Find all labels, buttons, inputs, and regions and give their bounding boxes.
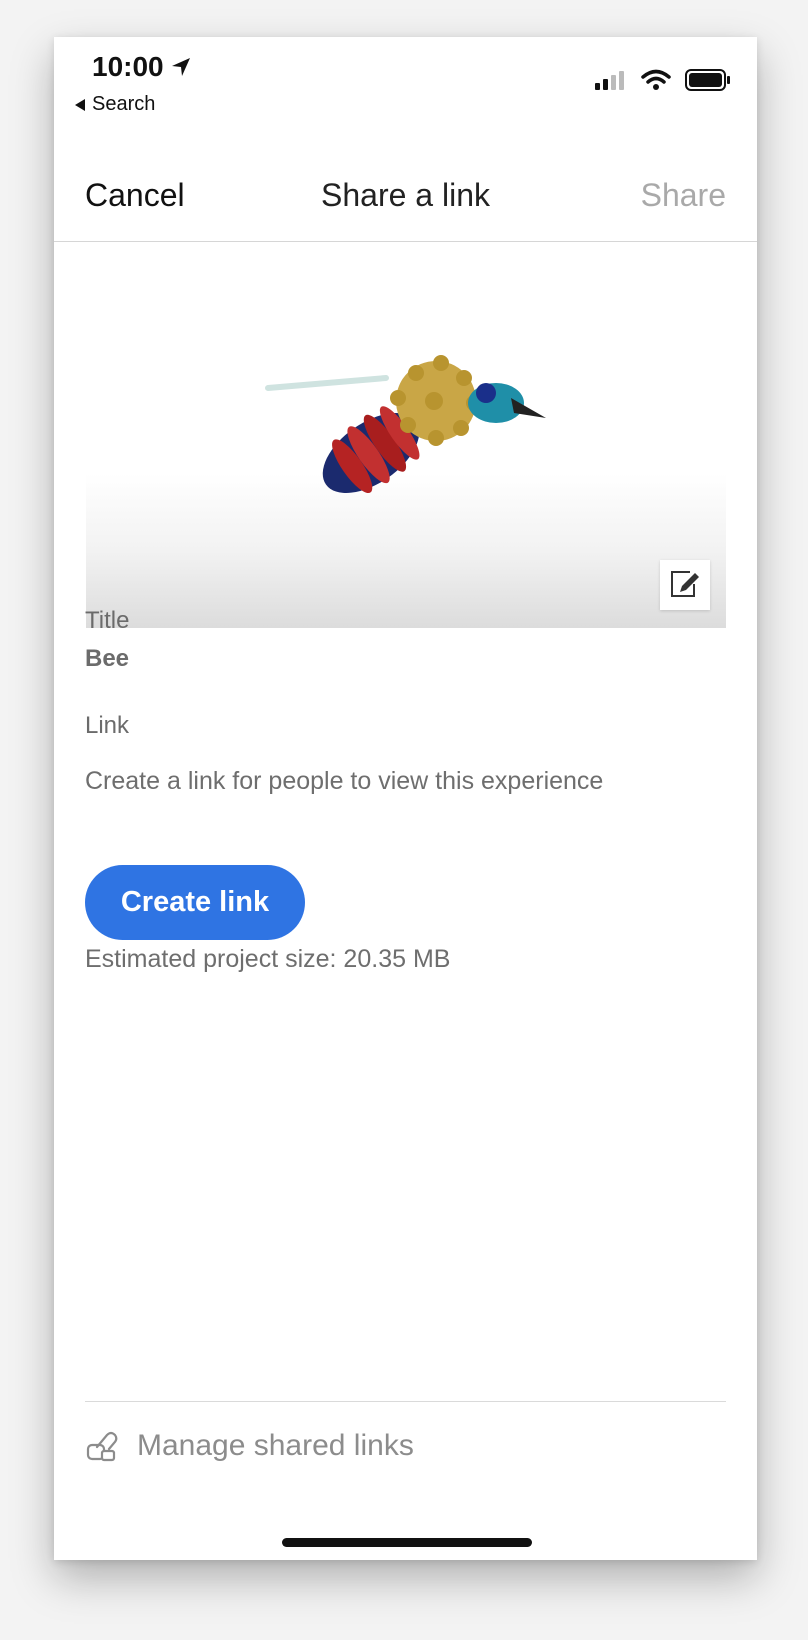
phone-screen: 10:00 Search Cancel Share a link Share T… [54,37,757,1560]
title-value: Bee [85,645,130,672]
location-arrow-icon [171,58,190,76]
share-button[interactable]: Share [641,177,726,214]
battery-icon [685,69,730,91]
bee-model-image [265,355,546,494]
cellular-signal-icon [595,71,624,90]
manage-shared-links-label: Manage shared links [137,1429,414,1462]
title-label: Title [85,607,130,634]
status-time: 10:00 [92,51,192,83]
link-description: Create a link for people to view this ex… [85,767,604,795]
back-label: Search [92,93,156,115]
edit-pencil-icon [671,571,699,597]
edit-preview-button[interactable] [660,560,710,610]
status-indicators [595,69,731,91]
manage-shared-links-row[interactable]: Manage shared links [85,1429,414,1463]
back-to-search[interactable]: Search [74,93,155,116]
project-size-text: Estimated project size: 20.35 MB [85,945,451,973]
status-time-text: 10:00 [92,51,164,82]
experience-preview [86,243,726,628]
footer-divider [85,1401,726,1402]
wifi-icon [641,69,671,90]
home-indicator[interactable] [282,1538,532,1547]
nav-bar: Cancel Share a link Share [54,141,757,242]
create-link-button[interactable]: Create link [85,865,305,940]
link-label: Link [85,712,130,739]
back-triangle-icon [75,98,85,111]
link-chain-icon [86,1431,118,1462]
